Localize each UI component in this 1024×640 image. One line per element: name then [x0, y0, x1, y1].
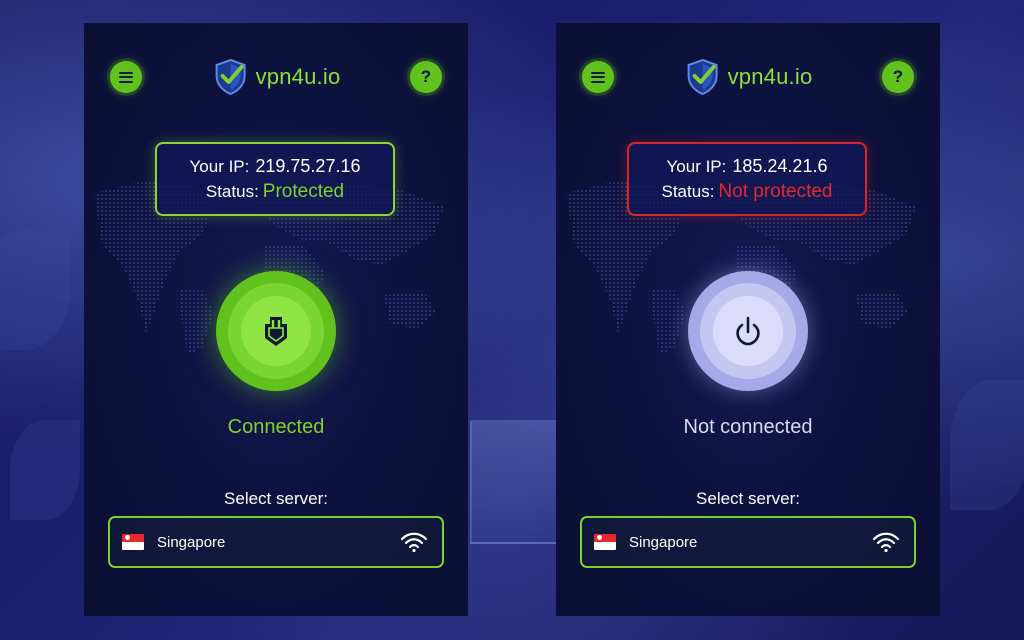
server-name: Singapore [629, 533, 698, 551]
menu-button[interactable] [582, 61, 614, 93]
status-label: Status: [205, 181, 259, 201]
connection-status-text: Connected [227, 416, 325, 438]
wifi-icon [872, 532, 900, 553]
connect-toggle-button[interactable] [688, 271, 808, 391]
menu-button[interactable] [110, 61, 142, 93]
ip-row: Your IP: 185.24.21.6 [667, 156, 828, 177]
power-core [241, 296, 311, 366]
question-mark-icon: ? [420, 67, 432, 86]
shield-check-icon [687, 58, 718, 96]
power-ring [228, 283, 324, 379]
ip-value: 185.24.21.6 [732, 155, 828, 176]
ip-status-panel: Your IP: 219.75.27.16 Status: Protected [155, 142, 395, 216]
singapore-flag-icon [122, 534, 144, 550]
background-laptop [470, 420, 564, 544]
hamburger-menu-icon [591, 71, 605, 83]
singapore-flag-icon [594, 534, 616, 550]
server-selector[interactable]: Singapore [580, 516, 916, 568]
select-server-label: Select server: [224, 489, 328, 508]
phone-screen-connected: vpn4u.io ? Your IP: 219.75.27.16 Status: P… [84, 23, 468, 616]
server-selector[interactable]: Singapore [108, 516, 444, 568]
status-label: Status: [661, 181, 715, 201]
status-value: Protected [262, 180, 345, 202]
power-icon [736, 316, 760, 346]
ip-status-panel: Your IP: 185.24.21.6 Status: Not protected [627, 142, 867, 216]
status-row: Status: Protected [206, 181, 344, 203]
ip-row: Your IP: 219.75.27.16 [190, 156, 361, 177]
help-button[interactable]: ? [882, 61, 914, 93]
power-ring [700, 283, 796, 379]
background-foliage [0, 230, 70, 350]
status-value: Not protected [718, 180, 833, 202]
power-core [713, 296, 783, 366]
select-server-label: Select server: [696, 489, 800, 508]
app-name: vpn4u.io [255, 64, 341, 89]
server-name: Singapore [157, 533, 226, 551]
ip-label: Your IP: [666, 156, 727, 176]
question-mark-icon: ? [892, 67, 904, 86]
hamburger-menu-icon [119, 71, 133, 83]
background-foliage [950, 380, 1024, 510]
phone-screen-disconnected: vpn4u.io ? Your IP: 185.24.21.6 Status: No… [556, 23, 940, 616]
connect-toggle-button[interactable] [216, 271, 336, 391]
connection-status-text: Not connected [683, 416, 813, 438]
status-row: Status: Not protected [662, 181, 833, 203]
background-foliage [10, 420, 80, 520]
shield-plug-icon [265, 317, 287, 346]
app-name: vpn4u.io [727, 64, 813, 89]
app-logo: vpn4u.io [212, 58, 341, 96]
app-logo: vpn4u.io [684, 58, 813, 96]
shield-check-icon [215, 58, 246, 96]
ip-label: Your IP: [189, 156, 250, 176]
wifi-icon [400, 532, 428, 553]
ip-value: 219.75.27.16 [255, 155, 361, 176]
help-button[interactable]: ? [410, 61, 442, 93]
